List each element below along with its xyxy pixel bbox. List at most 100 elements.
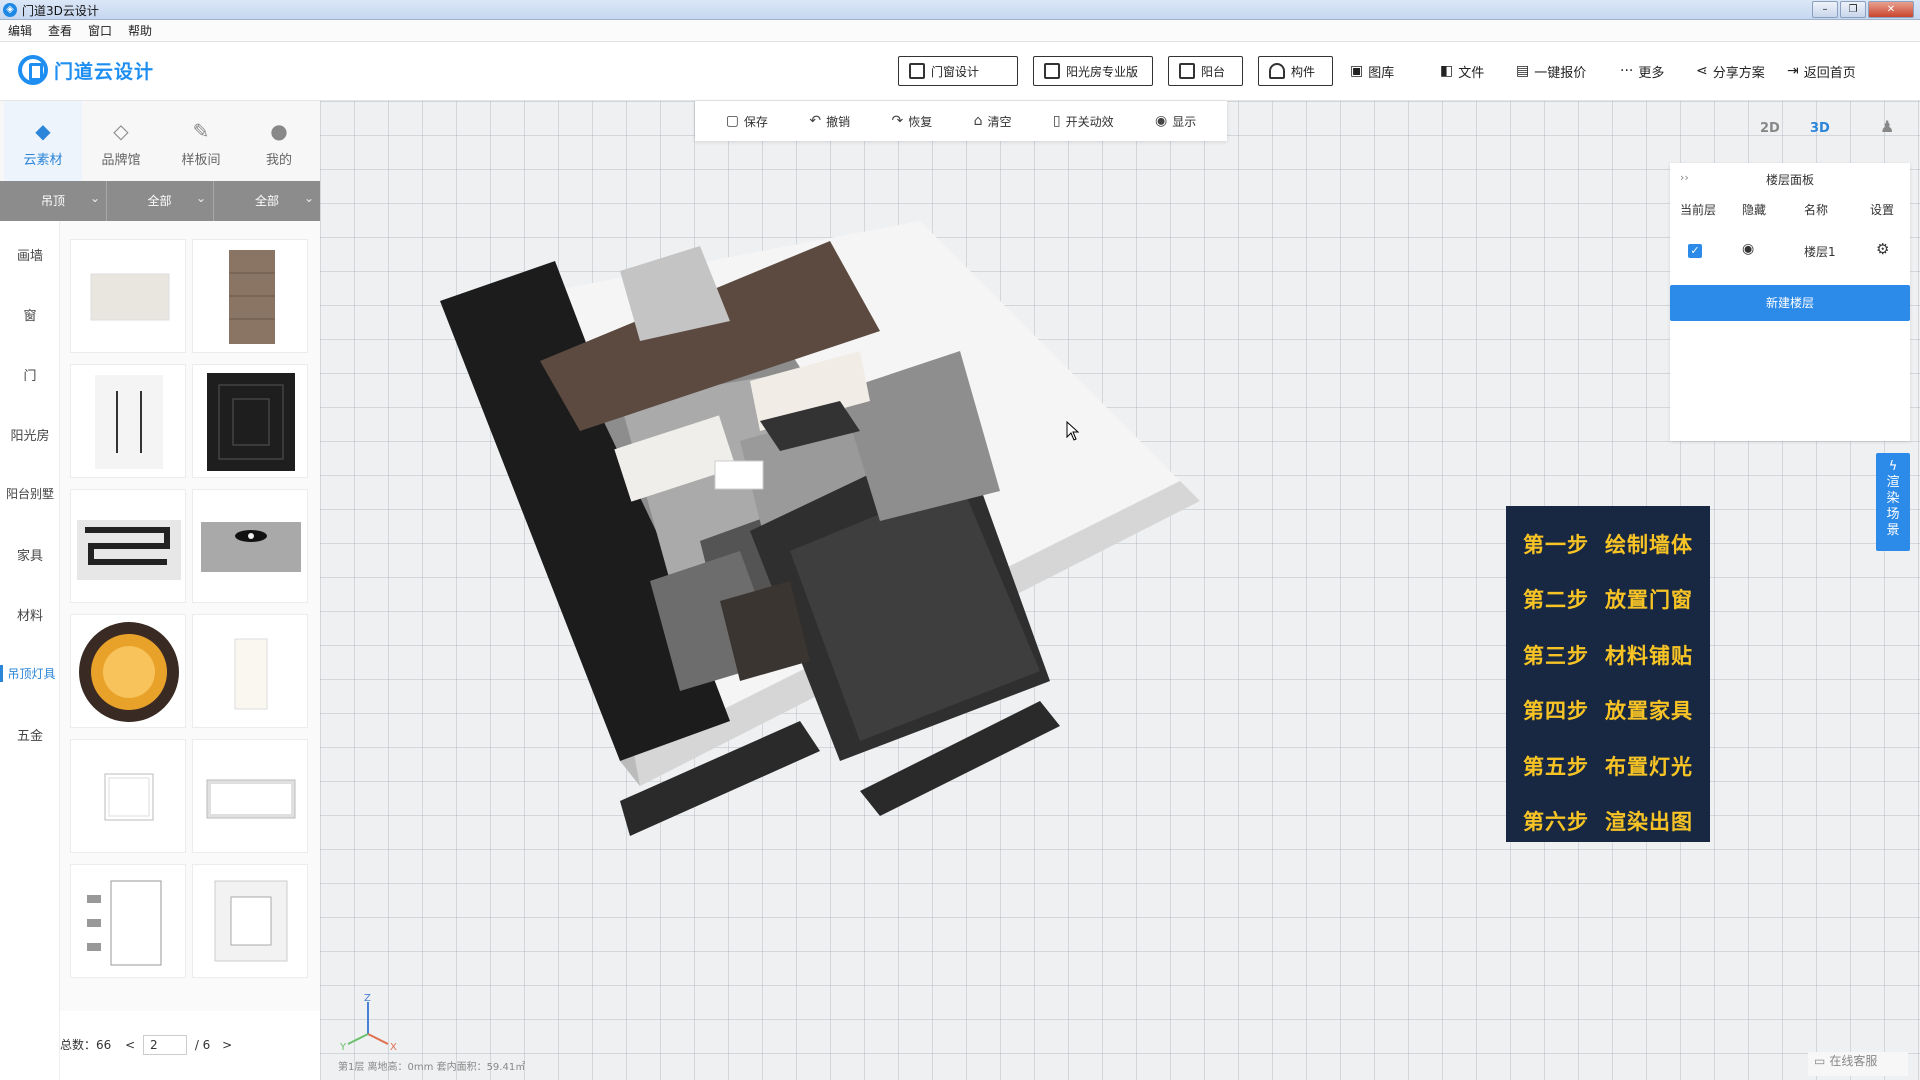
gallery-label: 图库 (1368, 65, 1395, 81)
material-tile[interactable] (70, 364, 186, 478)
render-scene-button[interactable]: ϟ 渲染场景 (1876, 453, 1910, 551)
category-item[interactable]: 阳光房 (0, 425, 60, 444)
view-mode-switch: 2D 3D ♟ (1752, 111, 1912, 151)
more-link[interactable]: ··· 更多 (1620, 56, 1664, 86)
material-tile[interactable] (70, 739, 186, 853)
prev-page-button[interactable]: < (125, 1038, 135, 1052)
customer-service-label: 在线客服 (1829, 1054, 1878, 1068)
quote-link[interactable]: ▤ 一键报价 (1516, 56, 1586, 86)
customer-service-button[interactable]: ▭ 在线客服 (1808, 1052, 1908, 1076)
material-tile[interactable] (70, 614, 186, 728)
tab-cloud-materials[interactable]: ◆ 云素材 (4, 101, 82, 181)
step-number: 第二步 (1523, 588, 1589, 613)
window-design-button[interactable]: 门窗设计 (898, 56, 1018, 86)
tab-label: 品牌馆 (101, 153, 141, 168)
category-item[interactable]: 窗 (0, 305, 60, 324)
save-button[interactable]: ▢ 保存 (726, 113, 768, 130)
step-text: 放置门窗 (1605, 588, 1693, 613)
clear-button[interactable]: ⌂ 清空 (974, 113, 1012, 130)
material-tile[interactable] (70, 489, 186, 603)
menu-window[interactable]: 窗口 (80, 20, 120, 42)
sunroom-pro-button[interactable]: 阳光房专业版 (1033, 56, 1153, 86)
category-item[interactable]: 阳台别墅 (0, 485, 60, 502)
minimize-button[interactable]: – (1812, 1, 1838, 18)
material-tile[interactable] (192, 864, 308, 978)
step-number: 第一步 (1523, 532, 1589, 557)
close-button[interactable]: ✕ (1868, 1, 1914, 18)
more-label: 更多 (1638, 65, 1665, 81)
save-icon: ▢ (725, 113, 739, 129)
category-list: 画墙 窗 门 阳光房 阳台别墅 家具 材料 吊顶灯具 五金 (0, 221, 60, 1080)
material-tile[interactable] (192, 614, 308, 728)
material-tile[interactable] (192, 364, 308, 478)
image-icon: ▣ (1350, 63, 1364, 79)
tab-mine[interactable]: ● 我的 (240, 101, 318, 181)
menu-view[interactable]: 查看 (40, 20, 80, 42)
material-tile[interactable] (192, 489, 308, 603)
eye-icon[interactable]: ◉ (1742, 241, 1754, 257)
clear-label: 清空 (987, 114, 1012, 129)
material-tile[interactable] (70, 864, 186, 978)
walkthrough-person-icon[interactable]: ♟ (1880, 117, 1894, 136)
tab-brand-hall[interactable]: ◇ 品牌馆 (82, 101, 160, 181)
sunroom-icon (1044, 63, 1060, 79)
menu-edit[interactable]: 编辑 (0, 20, 40, 42)
menu-help[interactable]: 帮助 (120, 20, 160, 42)
category-item[interactable]: 家具 (0, 545, 60, 564)
display-label: 显示 (1172, 114, 1197, 129)
undo-label: 撤销 (826, 114, 851, 129)
floor-name[interactable]: 楼层1 (1804, 243, 1836, 260)
category-item-active[interactable]: 吊顶灯具 (0, 665, 60, 682)
maximize-button[interactable]: ❐ (1840, 1, 1866, 18)
category-item[interactable]: 五金 (0, 725, 60, 744)
category-item[interactable]: 门 (0, 365, 60, 384)
diamond-icon: ◇ (113, 119, 129, 143)
view-3d-button[interactable]: 3D (1810, 121, 1830, 136)
status-bar: 第1层 离地高：0mm 套内面积：59.41㎡ (338, 1062, 526, 1073)
material-tile[interactable] (192, 239, 308, 353)
next-page-button[interactable]: > (222, 1038, 232, 1052)
component-label: 构件 (1291, 64, 1316, 79)
file-link[interactable]: ◧ 文件 (1440, 56, 1484, 86)
redo-button[interactable]: ↷ 恢复 (891, 113, 932, 130)
gear-icon[interactable]: ⚙ (1876, 240, 1889, 258)
svg-text:Z: Z (364, 993, 371, 1004)
step-item: 第五步 布置灯光 (1506, 738, 1710, 794)
render-scene-label: 渲染场景 (1886, 475, 1900, 538)
share-icon: ⋖ (1696, 63, 1708, 79)
svg-text:Y: Y (340, 1042, 347, 1052)
step-item: 第二步 放置门窗 (1506, 572, 1710, 628)
share-link[interactable]: ⋖ 分享方案 (1696, 56, 1765, 86)
brush-icon: ✎ (192, 119, 210, 143)
step-text: 渲染出图 (1605, 810, 1693, 835)
new-floor-button[interactable]: 新建楼层 (1670, 285, 1910, 321)
category-item[interactable]: 材料 (0, 605, 60, 624)
col-settings: 设置 (1870, 203, 1895, 217)
logo[interactable]: 门道云设计 (18, 55, 154, 85)
display-button[interactable]: ◉ 显示 (1155, 113, 1196, 130)
eye-icon: ◉ (1155, 113, 1168, 129)
filter-style-select[interactable]: 全部 (213, 178, 320, 221)
current-floor-checkbox[interactable]: ✓ (1688, 244, 1702, 258)
sunroom-pro-label: 阳光房专业版 (1066, 64, 1139, 79)
animation-icon: ▯ (1052, 113, 1061, 129)
material-tile[interactable] (70, 239, 186, 353)
category-item[interactable]: 画墙 (0, 245, 60, 264)
animation-toggle-button[interactable]: ▯ 开关动效 (1053, 113, 1114, 130)
more-icon: ··· (1620, 63, 1634, 79)
material-tile[interactable] (192, 739, 308, 853)
undo-button[interactable]: ↶ 撤销 (809, 113, 850, 130)
home-link[interactable]: ⇥ 返回首页 (1787, 56, 1856, 86)
view-2d-button[interactable]: 2D (1760, 121, 1780, 136)
filter-category-select[interactable]: 吊顶 (0, 178, 106, 221)
tab-showroom[interactable]: ✎ 样板间 (162, 101, 240, 181)
balcony-button[interactable]: 阳台 (1168, 56, 1243, 86)
step-text: 材料铺贴 (1605, 643, 1693, 668)
total-count: 总数：66 (60, 1038, 112, 1052)
step-text: 绘制墙体 (1605, 532, 1693, 557)
page-input[interactable]: 2 (143, 1035, 187, 1055)
gallery-link[interactable]: ▣ 图库 (1350, 56, 1394, 86)
logo-icon (18, 55, 48, 85)
filter-type-select[interactable]: 全部 (106, 178, 212, 221)
component-button[interactable]: 构件 (1258, 56, 1333, 86)
